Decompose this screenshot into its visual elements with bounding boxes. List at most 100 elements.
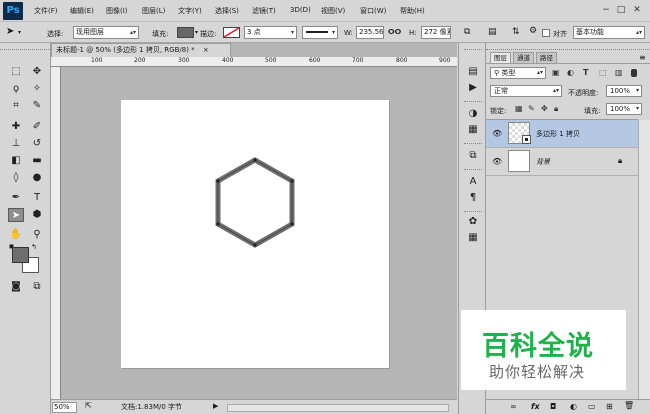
path-alignment-icon[interactable]: ▤ [488, 27, 497, 37]
pixel-filter-icon[interactable]: ▣ [552, 67, 560, 79]
menu-filter[interactable]: 滤镜(T) [252, 6, 276, 16]
export-icon[interactable]: ⇱ [85, 401, 92, 410]
move-tool-icon[interactable]: ➤ [6, 26, 14, 37]
eyedropper-tool-icon[interactable]: ✎ [29, 99, 45, 113]
tab-channels[interactable]: 通道 [513, 52, 534, 63]
menu-layer[interactable]: 图层(L) [142, 6, 165, 16]
stroke-type-dropdown[interactable]: ▾ [302, 26, 338, 39]
new-layer-icon[interactable]: ⊞ [606, 402, 613, 411]
document-canvas[interactable] [121, 100, 389, 368]
adjustment-filter-icon[interactable]: ◐ [567, 67, 574, 79]
swap-colors-icon[interactable]: ↰ [31, 243, 37, 251]
panel-grip[interactable] [0, 46, 51, 50]
opacity-field[interactable]: 100% ▾ [606, 85, 642, 97]
fill-swatch[interactable] [177, 27, 194, 38]
tab-layers[interactable]: 图层 [490, 52, 511, 63]
paths-clone-panel-icon[interactable]: ⧉ [465, 149, 481, 163]
menu-3d[interactable]: 3D(D) [290, 6, 311, 14]
workspace-dropdown[interactable]: 基本功能 ▴▾ [573, 26, 645, 39]
blur-tool-icon[interactable]: ◊ [8, 171, 24, 185]
dodge-tool-icon[interactable]: ● [29, 171, 45, 185]
hexagon-shape[interactable] [121, 100, 389, 368]
menu-file[interactable]: 文件(F) [34, 6, 58, 16]
path-arrangement-icon[interactable]: ⇅ [512, 27, 520, 37]
eye-visibility-icon[interactable]: 👁︎ [492, 157, 502, 166]
zoom-tool-icon[interactable]: ⚲ [29, 228, 45, 242]
minimize-button[interactable]: − [599, 4, 613, 16]
close-tab-icon[interactable]: × [203, 46, 209, 54]
filter-kind-dropdown[interactable]: ⚲ 类型 ▴▾ [490, 67, 546, 79]
width-field[interactable]: 235.56 [356, 26, 384, 39]
clone-stamp-tool-icon[interactable]: ⊥ [8, 137, 24, 151]
menu-edit[interactable]: 编辑(E) [70, 6, 94, 16]
trash-icon[interactable]: 🗑 [624, 401, 634, 410]
layers-scrollbar[interactable] [638, 120, 650, 400]
path-selection-tool-icon[interactable]: ➤ [8, 208, 24, 222]
menu-view[interactable]: 视图(V) [321, 6, 345, 16]
brush-presets-icon[interactable]: ✿ [465, 215, 481, 229]
polygon-tool-icon[interactable]: ⬢ [29, 208, 45, 222]
history-brush-tool-icon[interactable]: ↺ [29, 137, 45, 151]
fill-field[interactable]: 100% ▾ [606, 103, 642, 115]
close-button[interactable]: ✕ [630, 4, 644, 16]
pen-tool-icon[interactable]: ✒ [8, 191, 24, 205]
fill-chevron-icon[interactable]: ▾ [195, 29, 198, 36]
panel-menu-icon[interactable]: ≡ [639, 53, 646, 62]
tab-paths[interactable]: 路径 [536, 52, 557, 63]
menu-type[interactable]: 文字(Y) [178, 6, 202, 16]
healing-brush-tool-icon[interactable]: ✚ [8, 120, 24, 134]
select-mode-dropdown[interactable]: 现用图层 ▴▾ [73, 26, 139, 39]
horizontal-ruler[interactable]: 100 200 300 400 500 600 700 800 900 [51, 57, 457, 67]
paragraph-panel-icon[interactable]: ¶ [465, 191, 481, 205]
shape-filter-icon[interactable]: ⬚ [599, 67, 607, 79]
history-panel-icon[interactable]: ▤ [465, 65, 481, 79]
color-panel-icon[interactable]: ◑ [465, 107, 481, 121]
stroke-width-field[interactable]: 3 点 ▾ [244, 26, 297, 39]
smart-object-filter-icon[interactable]: ▥ [615, 67, 623, 79]
new-group-icon[interactable]: ▭ [588, 402, 596, 411]
link-layers-icon[interactable]: ∞ [510, 402, 517, 411]
align-edges-checkbox[interactable] [542, 29, 550, 37]
eraser-tool-icon[interactable]: ◧ [8, 154, 24, 168]
magic-wand-tool-icon[interactable]: ✧ [29, 82, 45, 96]
character-panel-icon[interactable]: A [465, 175, 481, 189]
crop-tool-icon[interactable]: ⌗ [8, 99, 24, 113]
move-tool-icon[interactable]: ✥ [29, 65, 45, 79]
lock-all-icon[interactable]: 🔒︎ [554, 103, 558, 115]
lock-pixels-icon[interactable]: ✎ [528, 103, 535, 115]
zoom-field[interactable]: 50% [52, 402, 77, 413]
lock-transparent-icon[interactable]: ▦ [515, 103, 523, 115]
layer-style-fx-icon[interactable]: fx [531, 402, 540, 411]
stroke-swatch[interactable] [223, 27, 240, 38]
filter-toggle-icon[interactable] [631, 69, 637, 77]
layer-row-polygon-copy[interactable]: 👁︎ ▪ 多边形 1 拷贝 [486, 120, 638, 148]
menu-help[interactable]: 帮助(H) [400, 6, 425, 16]
lock-position-icon[interactable]: ✥ [541, 103, 548, 115]
quick-mask-icon[interactable]: ◙ [8, 280, 24, 294]
gradient-tool-icon[interactable]: ▬ [29, 154, 45, 168]
path-operations-icon[interactable]: ⧉ [464, 27, 470, 37]
vertical-ruler[interactable] [51, 67, 61, 399]
lasso-tool-icon[interactable]: ϙ [8, 82, 24, 96]
type-tool-icon[interactable]: T [29, 191, 45, 205]
adjustment-layer-icon[interactable]: ◐ [570, 402, 577, 411]
hand-tool-icon[interactable]: ✋ [8, 228, 24, 242]
settings-gear-icon[interactable]: ⚙ [529, 26, 537, 36]
blend-mode-dropdown[interactable]: 正常 ▴▾ [490, 85, 562, 97]
horizontal-scrollbar[interactable] [227, 404, 449, 412]
marquee-tool-icon[interactable]: ⬚ [8, 65, 24, 79]
height-field[interactable]: 272 像素 [421, 26, 451, 39]
tool-preset-chevron-icon[interactable]: ▾ [18, 29, 21, 36]
link-dimensions-icon[interactable]: ⵔⵔ [388, 28, 401, 36]
menu-image[interactable]: 图像(I) [106, 6, 128, 16]
type-filter-icon[interactable]: T [583, 67, 588, 79]
screen-mode-icon[interactable]: ⧉ [29, 280, 45, 294]
menu-select[interactable]: 选择(S) [215, 6, 239, 16]
status-menu-arrow-icon[interactable]: ▶ [213, 402, 218, 410]
layer-row-background[interactable]: 👁︎ 背景 🔒︎ [486, 148, 638, 176]
document-tab[interactable]: 未标题-1 @ 50% (多边形 1 拷贝, RGB/8) * × [51, 43, 231, 57]
tool-presets-icon[interactable]: ▦ [465, 231, 481, 245]
menu-window[interactable]: 窗口(W) [360, 6, 386, 16]
swatches-panel-icon[interactable]: ▦ [465, 123, 481, 137]
eye-visibility-icon[interactable]: 👁︎ [492, 129, 502, 138]
